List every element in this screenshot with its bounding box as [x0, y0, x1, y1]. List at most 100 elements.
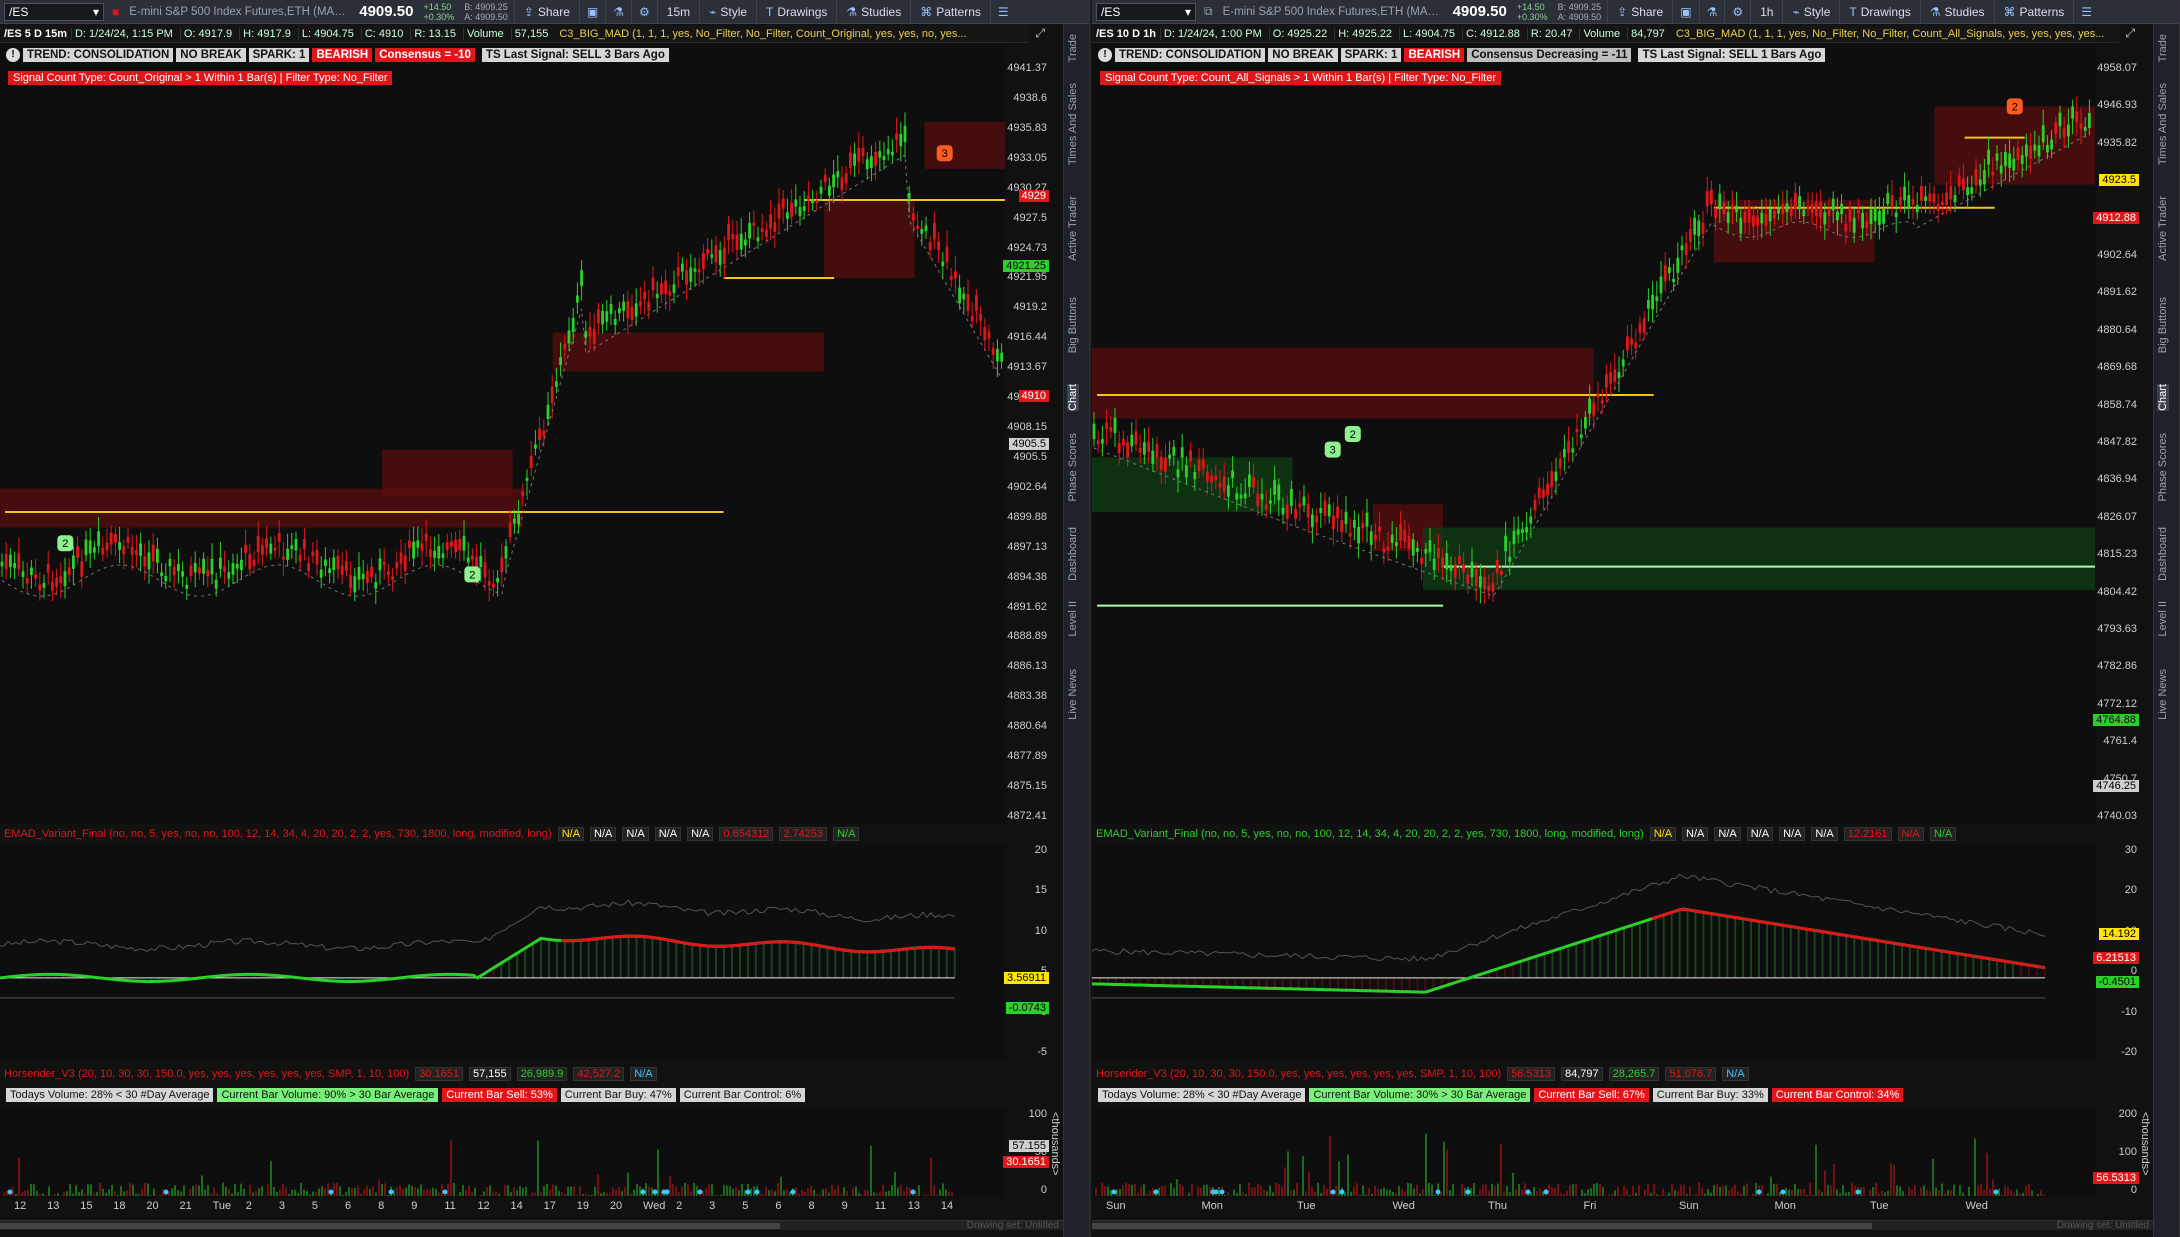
- emad-axis[interactable]: 20151050-53.56911-0.0743: [993, 844, 1049, 1060]
- candle-body: [55, 577, 58, 587]
- candle-body: [983, 327, 987, 341]
- gear-icon[interactable]: ⚙: [631, 0, 657, 23]
- side-tab-phase-scores[interactable]: Phase Scores: [1067, 433, 1079, 501]
- emad-oscillator[interactable]: [1092, 844, 2095, 1060]
- signal-marker-label: 2: [62, 538, 68, 550]
- timeframe-button[interactable]: 15m: [656, 0, 699, 23]
- side-tab-big-buttons[interactable]: Big Buttons: [1067, 297, 1079, 353]
- drawing-set-label[interactable]: Drawing set: Untitled: [2057, 1220, 2149, 1231]
- axis-tick-label: 4927.5: [1013, 211, 1047, 224]
- bar-volume: 84,797: [1627, 27, 1668, 40]
- studies-button[interactable]: ⚗ Studies: [836, 0, 910, 23]
- emad-study-name[interactable]: EMAD_Variant_Final (no, no, 5, yes, no, …: [4, 828, 552, 840]
- side-tab-active-trader[interactable]: Active Trader: [2157, 196, 2169, 261]
- candle-body: [1260, 493, 1264, 500]
- horizontal-scrollbar[interactable]: [0, 1220, 1064, 1230]
- candle-body: [93, 547, 96, 553]
- candle-body: [626, 301, 630, 319]
- candle-body: [1126, 442, 1129, 458]
- share-button[interactable]: ⇪ Share: [513, 0, 579, 23]
- emad-value: N/A: [1649, 827, 1677, 841]
- candle-body: [1941, 202, 1944, 206]
- price-axis[interactable]: 4941.37 4938.6 4935.83 4933.05 4930.27 4927.5…: [993, 44, 1049, 824]
- candle-body: [1777, 207, 1780, 214]
- time-axis[interactable]: Sun Mon Tue Wed Thu Fri Sun Mon Tue Wed: [1092, 1200, 2095, 1216]
- symbol-selector[interactable]: /ES ▾: [1096, 2, 1196, 21]
- candle-body: [941, 261, 945, 267]
- side-tab-dashboard[interactable]: Dashboard: [2157, 527, 2169, 581]
- drawing-set-label[interactable]: Drawing set: Untitled: [967, 1220, 1059, 1231]
- scroll-thumb[interactable]: [1092, 1223, 1872, 1229]
- style-button[interactable]: ⌁ Style: [1782, 0, 1839, 23]
- price-chart[interactable]: 2 2 3: [0, 44, 1005, 824]
- candle-body: [693, 268, 697, 272]
- info-icon[interactable]: !: [6, 48, 20, 62]
- patterns-button[interactable]: ⌘ Patterns: [1993, 0, 2074, 23]
- volume-axis[interactable]: 200 100 0 56.5313: [2083, 1108, 2139, 1198]
- horserider-name[interactable]: Horserider_V3 (20, 10, 30, 30, 150.0, ye…: [4, 1068, 409, 1080]
- expand-icon[interactable]: ⤢: [1035, 26, 1045, 41]
- horizontal-scrollbar[interactable]: [1092, 1220, 2154, 1230]
- candle-body: [1878, 210, 1881, 226]
- info-icon[interactable]: !: [1098, 48, 1112, 62]
- candle-body: [1621, 359, 1625, 367]
- volume-histogram[interactable]: [0, 1108, 1005, 1198]
- side-tab-dashboard[interactable]: Dashboard: [1067, 527, 1079, 581]
- timeframe-button[interactable]: 1h: [1750, 0, 1782, 23]
- side-tab-level-ii[interactable]: Level II: [1067, 601, 1079, 636]
- flask-icon[interactable]: ⚗: [1698, 0, 1725, 23]
- link-icon[interactable]: ⧉: [1200, 4, 1217, 19]
- horserider-name[interactable]: Horserider_V3 (20, 10, 30, 30, 150.0, ye…: [1096, 1068, 1501, 1080]
- price-axis[interactable]: 4958.074946.934935.824924.74913.584902.6…: [2083, 44, 2139, 824]
- candle-body: [1302, 496, 1306, 506]
- candle-body: [773, 222, 777, 233]
- expand-icon[interactable]: ⤢: [2125, 26, 2135, 41]
- candle-body: [1802, 209, 1806, 217]
- style-button[interactable]: ⌁ Style: [699, 0, 756, 23]
- price-badge: 4912.88: [2093, 212, 2139, 224]
- drawings-button[interactable]: T Drawings: [756, 0, 836, 23]
- time-tick-label: 6: [775, 1200, 782, 1212]
- emad-axis[interactable]: 3020100-10-2014.1926.21513-0.4501: [2083, 844, 2139, 1060]
- flag-icon[interactable]: ■: [108, 5, 123, 19]
- patterns-button[interactable]: ⌘ Patterns: [910, 0, 990, 23]
- candle-body: [613, 318, 617, 326]
- symbol-selector[interactable]: /ES ▾: [4, 2, 104, 21]
- side-tab-phase-scores[interactable]: Phase Scores: [2157, 433, 2169, 501]
- side-tab-level-ii[interactable]: Level II: [2157, 601, 2169, 636]
- side-tab-chart[interactable]: Chart: [1067, 384, 1079, 411]
- price-chart[interactable]: 3 2 2: [1092, 44, 2095, 824]
- time-axis[interactable]: 12 13 15 18 20 21 Tue 2 3 5 6 8 9 11 12 14 17 19 20 Wed 2 3 5 6…: [0, 1200, 1005, 1216]
- menu-icon[interactable]: ☰: [989, 0, 1016, 23]
- volume-histogram[interactable]: [1092, 1108, 2095, 1198]
- side-tab-live-news[interactable]: Live News: [2157, 669, 2169, 720]
- side-tab-trade[interactable]: Trade: [2157, 34, 2169, 62]
- candle-body: [1962, 178, 1965, 191]
- gear-icon[interactable]: ⚙: [1724, 0, 1750, 23]
- share-button[interactable]: ⇪ Share: [1607, 0, 1672, 23]
- studies-button[interactable]: ⚗ Studies: [1919, 0, 1994, 23]
- price-badge: 4905.5: [1009, 438, 1049, 450]
- study-label[interactable]: C3_BIG_MAD (1, 1, 1, yes, No_Filter, No_…: [1672, 28, 2105, 40]
- side-tab-chart[interactable]: Chart: [2157, 384, 2169, 411]
- volume-axis[interactable]: 100 50 0 57.155 30.1651: [993, 1108, 1049, 1198]
- emad-study-name[interactable]: EMAD_Variant_Final (no, no, 5, yes, no, …: [1096, 828, 1644, 840]
- side-tab-trade[interactable]: Trade: [1067, 34, 1079, 62]
- flask-icon[interactable]: ⚗: [605, 0, 631, 23]
- side-tab-live-news[interactable]: Live News: [1067, 669, 1079, 720]
- drawings-button[interactable]: T Drawings: [1839, 0, 1919, 23]
- candle-body: [198, 567, 201, 574]
- study-label[interactable]: C3_BIG_MAD (1, 1, 1, yes, No_Filter, No_…: [555, 28, 966, 40]
- menu-icon[interactable]: ☰: [2073, 0, 2099, 23]
- emad-oscillator[interactable]: [0, 844, 1005, 1060]
- screenshot-icon[interactable]: ▣: [578, 0, 605, 23]
- emad-value: N/A: [1714, 827, 1741, 841]
- side-tab-times-and-sales[interactable]: Times And Sales: [2157, 83, 2169, 165]
- scroll-thumb[interactable]: [0, 1223, 780, 1229]
- side-tab-active-trader[interactable]: Active Trader: [1067, 196, 1079, 261]
- side-tab-times-and-sales[interactable]: Times And Sales: [1067, 83, 1079, 165]
- candle-body: [1563, 448, 1566, 458]
- supply-demand-zone: [1092, 348, 1594, 419]
- screenshot-icon[interactable]: ▣: [1672, 0, 1698, 23]
- side-tab-big-buttons[interactable]: Big Buttons: [2157, 297, 2169, 353]
